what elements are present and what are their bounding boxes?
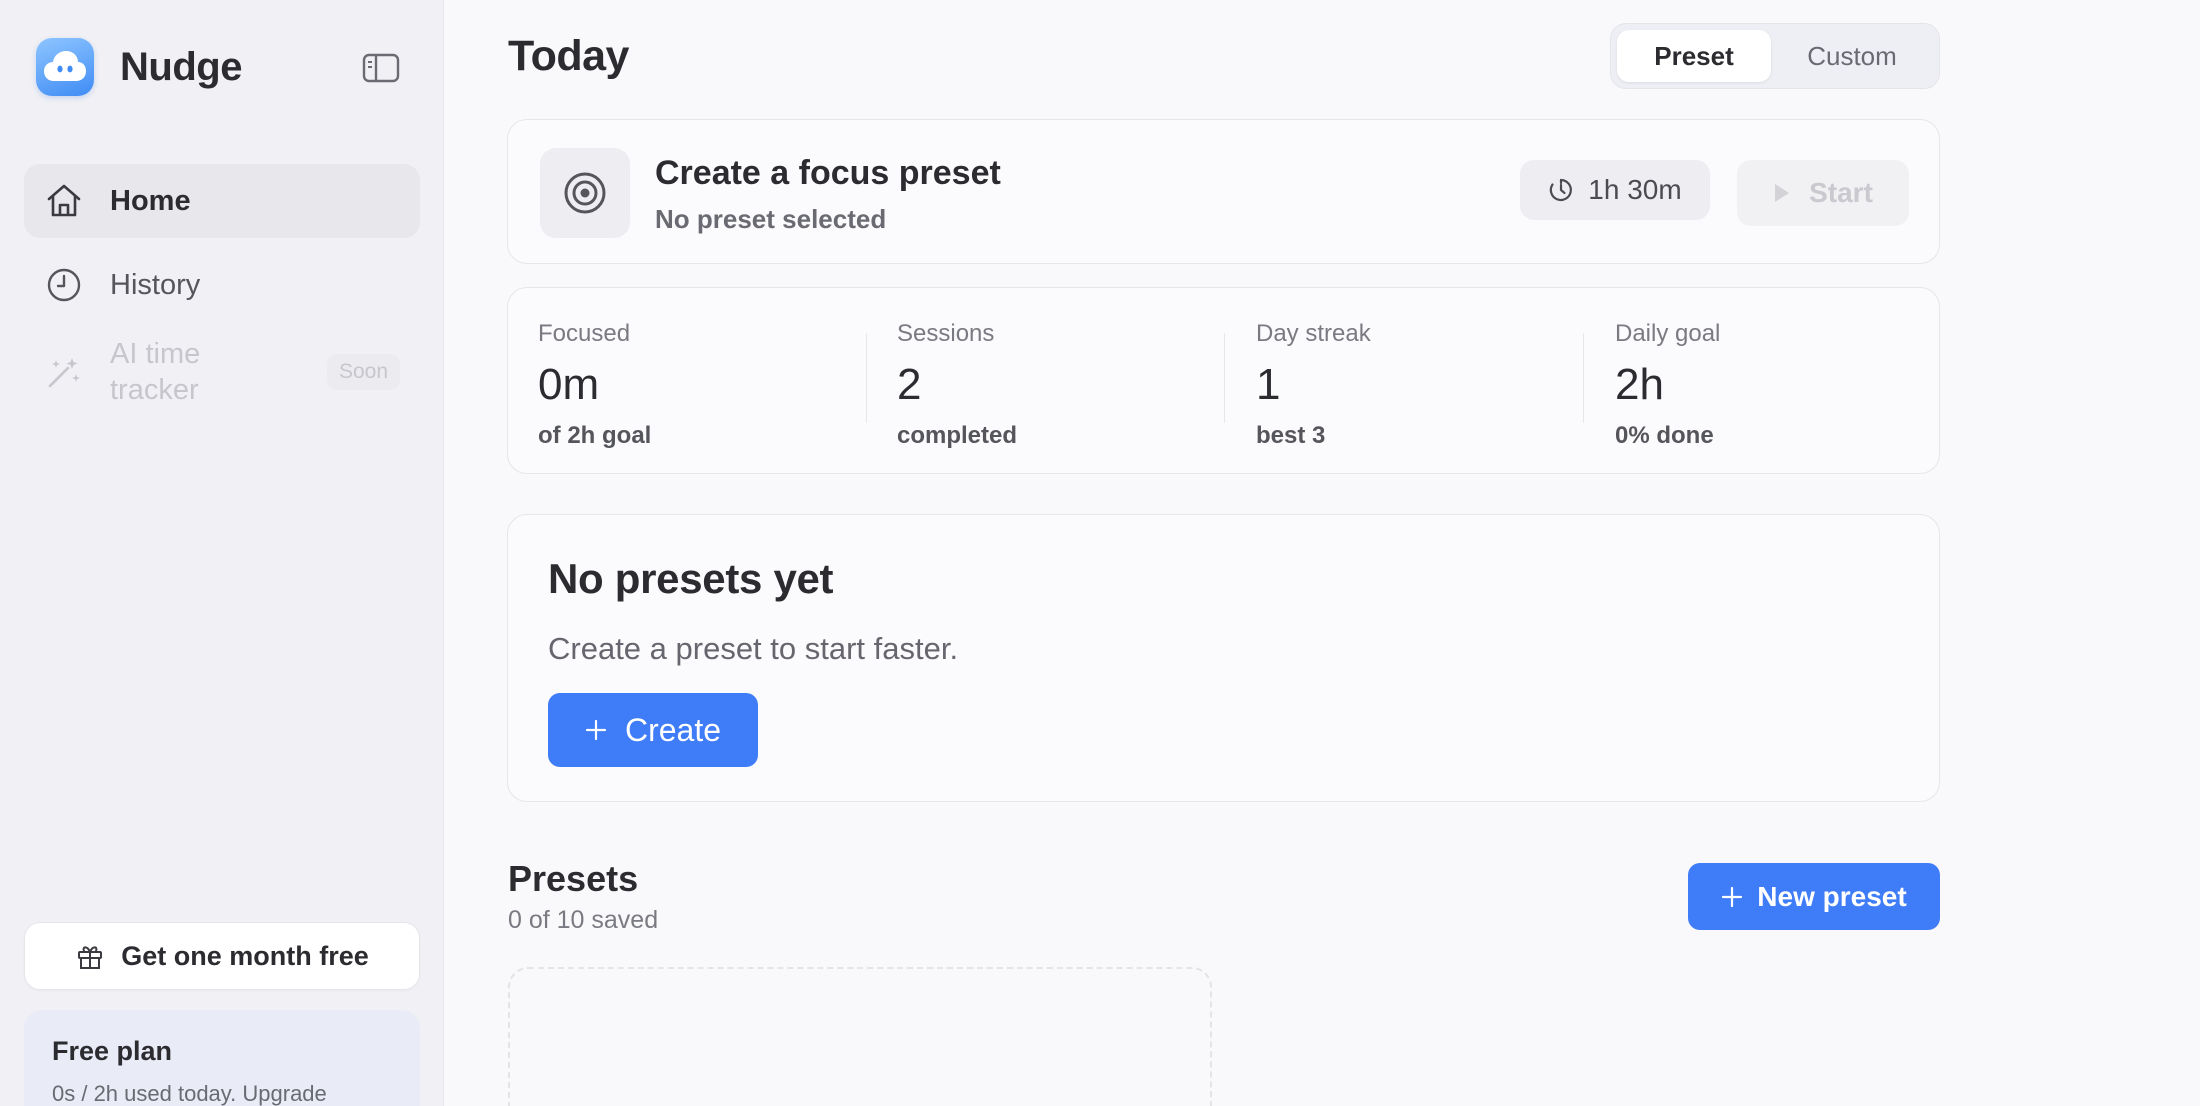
stat-daily-goal: Daily goal 2h 0% done [1615,320,1720,450]
sidebar-item-ai-time-tracker: AI time tracker Soon [24,332,420,412]
sidebar-item-history[interactable]: History [24,248,420,322]
stat-sub: best 3 [1256,422,1326,449]
timer-icon [1550,178,1573,202]
plan-card: Free plan 0s / 2h used today. Upgrade [24,1010,420,1106]
sidebar-item-label: AI time tracker [110,338,201,406]
sidebar: Nudge Home History AI time tracker Soon … [0,0,444,1106]
stat-sub: 0% done [1615,422,1714,449]
page-title: Today [508,32,629,80]
mode-toggle: Preset Custom [1610,23,1940,89]
stat-sessions: Sessions 2 completed [897,320,1017,450]
sidebar-item-label: History [110,268,201,301]
clock-icon [44,265,84,305]
gift-icon [78,946,103,969]
empty-state-description: Create a preset to start faster. [548,631,959,666]
target-icon[interactable] [540,148,630,238]
presets-heading: Presets [508,858,639,899]
stat-divider [1224,333,1225,423]
get-one-month-free-button[interactable]: Get one month free [24,922,420,990]
sidebar-toggle-button[interactable] [358,50,404,86]
home-icon [44,181,84,221]
stat-label: Sessions [897,320,995,347]
start-label: Start [1809,177,1873,208]
sidebar-nav: Home History AI time tracker Soon [24,164,420,422]
tab-preset[interactable]: Preset [1617,30,1771,82]
stat-focused: Focused 0m of 2h goal [538,320,651,450]
duration-label: 1h 30m [1588,174,1682,205]
stat-value: 1 [1256,360,1281,409]
duration-button[interactable]: 1h 30m [1520,160,1710,220]
stat-value: 0m [538,360,600,409]
stat-label: Focused [538,320,631,347]
sidebar-item-label: Home [110,184,191,217]
stat-value: 2 [897,360,922,409]
empty-state-title: No presets yet [548,555,834,602]
new-preset-button[interactable]: New preset [1688,863,1940,930]
plus-icon [585,719,607,741]
stat-day-streak: Day streak 1 best 3 [1256,320,1371,450]
presets-count: 0 of 10 saved [508,906,659,934]
stat-divider [866,333,867,423]
app-logo-icon [36,38,94,96]
stat-sub: of 2h goal [538,422,652,449]
magic-wand-icon [44,352,84,392]
tab-custom[interactable]: Custom [1771,30,1933,82]
app-name: Nudge [120,44,242,89]
focus-preset-card: Create a focus preset No preset selected… [507,119,1940,264]
plan-usage: 0s / 2h used today. Upgrade [52,1081,327,1106]
stat-value: 2h [1615,360,1664,409]
plus-icon [1722,886,1743,907]
soon-badge: Soon [326,354,400,390]
sidebar-item-home[interactable]: Home [24,164,420,238]
new-preset-label: New preset [1757,880,1907,912]
start-button[interactable]: Start [1737,160,1909,226]
preset-placeholder-slot[interactable] [508,967,1212,1106]
referral-label: Get one month free [121,940,369,971]
stats-card: Focused 0m of 2h goal Sessions 2 complet… [507,287,1940,474]
stat-sub: completed [897,422,1018,449]
create-preset-button[interactable]: Create [548,693,758,767]
plan-title: Free plan [52,1036,173,1066]
stat-label: Day streak [1256,320,1371,347]
create-label: Create [624,711,722,748]
stat-divider [1583,333,1584,423]
focus-subtitle: No preset selected [655,204,887,234]
empty-presets-card: No presets yet Create a preset to start … [507,514,1940,802]
play-icon [1775,184,1790,202]
sidebar-toggle-icon [362,53,400,83]
stat-label: Daily goal [1615,320,1721,347]
focus-title[interactable]: Create a focus preset [655,154,1001,193]
brand: Nudge [36,38,242,96]
